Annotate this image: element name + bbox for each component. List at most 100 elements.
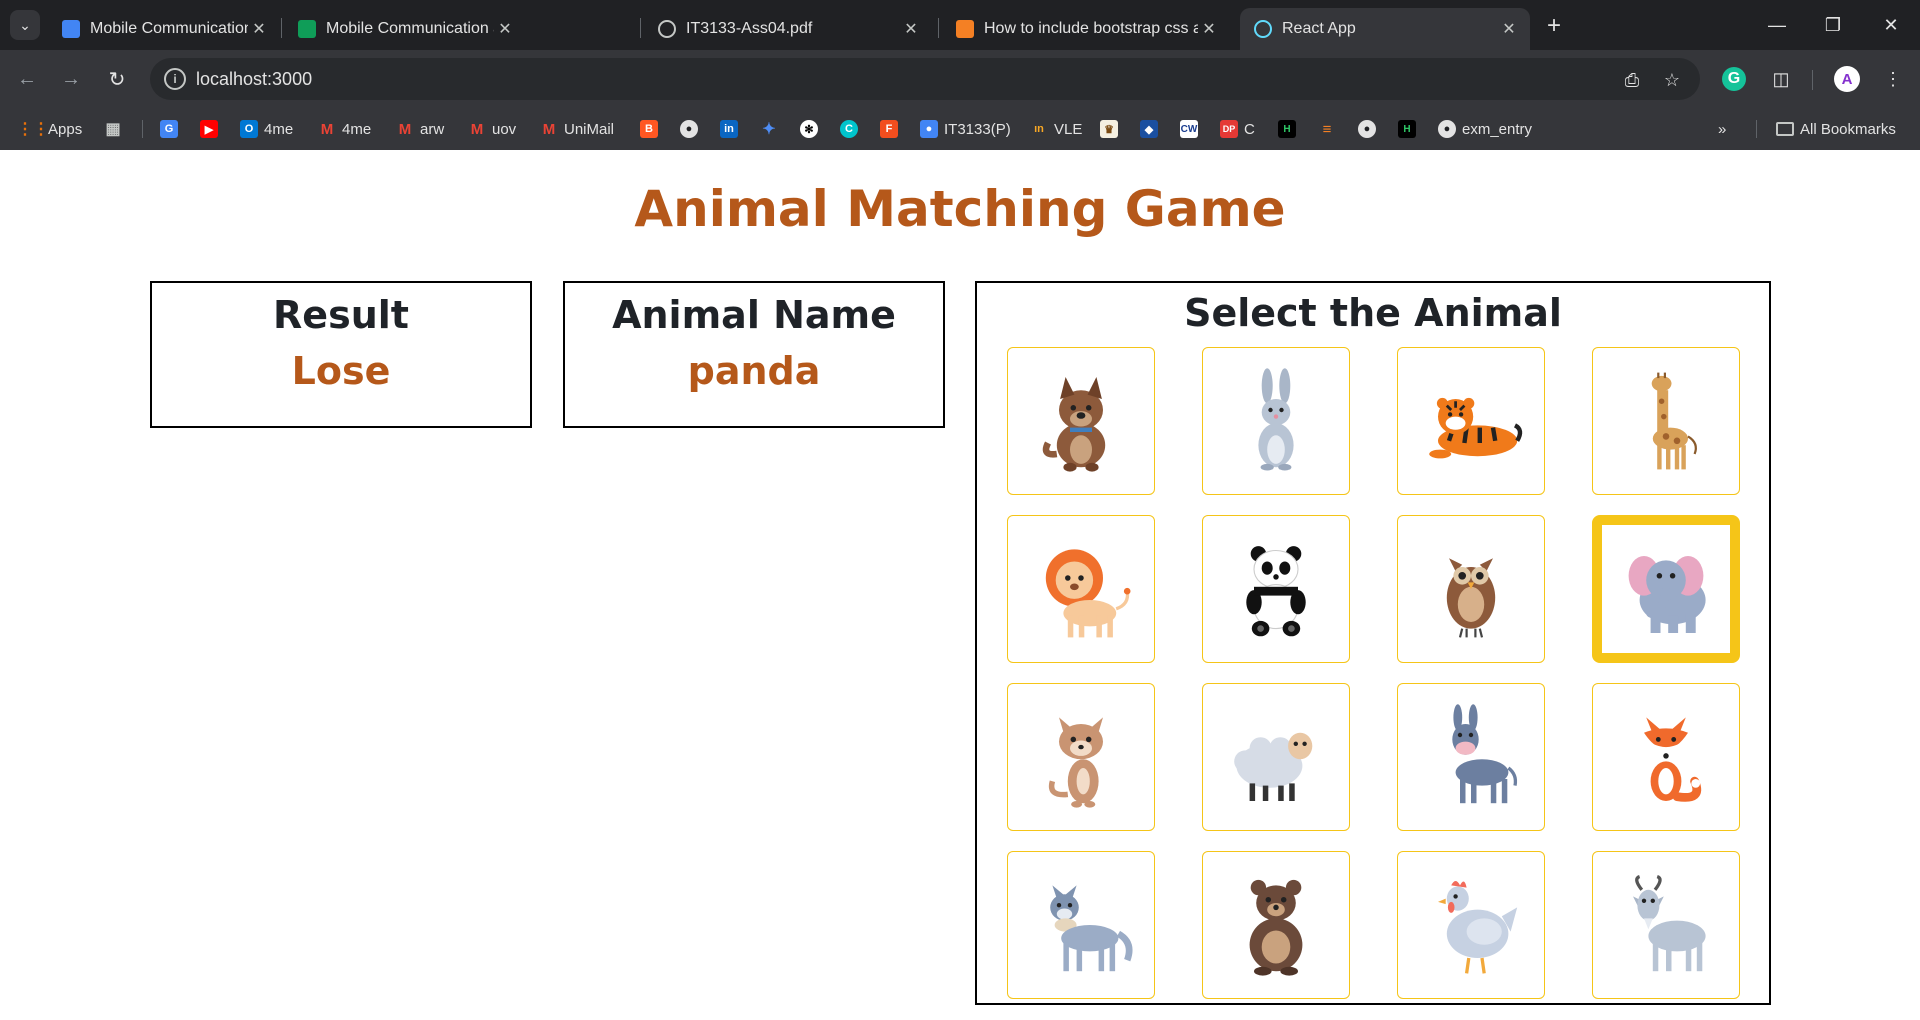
bookmark-vle[interactable]: ın VLE xyxy=(1030,116,1082,142)
reload-button[interactable]: ↻ xyxy=(102,64,132,94)
address-bar[interactable]: i localhost:3000 ⎙ ☆ xyxy=(150,58,1700,100)
toolbar-divider xyxy=(1812,70,1813,90)
result-value: Lose xyxy=(291,349,391,393)
close-icon[interactable]: ✕ xyxy=(1498,18,1520,40)
tab-classroom-1[interactable]: Mobile Communication and Co ✕ xyxy=(48,8,280,50)
animal-card-sheep[interactable] xyxy=(1202,683,1350,831)
reload-icon: ↻ xyxy=(108,68,126,91)
tab-divider xyxy=(938,18,939,38)
bookmark-github-2[interactable]: ● xyxy=(1358,116,1376,142)
bookmark-youtube[interactable]: ▶ xyxy=(200,116,218,142)
bookmark-unimail[interactable]: M UniMail xyxy=(540,116,614,142)
bookmarks-overflow-button[interactable]: » xyxy=(1718,116,1726,142)
google-sheets-icon xyxy=(298,20,316,38)
animal-card-rabbit[interactable] xyxy=(1202,347,1350,495)
animal-card-panda[interactable] xyxy=(1202,515,1350,663)
github-icon: ● xyxy=(1438,120,1456,138)
animal-card-hen[interactable] xyxy=(1397,851,1545,999)
bookmark-hackerrank-2[interactable]: H xyxy=(1398,116,1416,142)
animal-card-dog[interactable] xyxy=(1007,347,1155,495)
menu-kebab-icon[interactable]: ⋮ xyxy=(1878,64,1908,94)
animal-card-donkey[interactable] xyxy=(1397,683,1545,831)
animal-card-giraffe[interactable] xyxy=(1592,347,1740,495)
grammarly-extension-icon[interactable]: G xyxy=(1722,67,1746,91)
select-animal-heading: Select the Animal xyxy=(1184,291,1562,335)
bookmark-gemini[interactable]: ✦ xyxy=(760,116,778,142)
bookmark-apps[interactable]: ⋮⋮ Apps xyxy=(17,116,82,142)
bookmark-blogger[interactable]: B xyxy=(640,116,658,142)
close-icon[interactable]: ✕ xyxy=(494,18,516,40)
animal-card-cat[interactable] xyxy=(1007,683,1155,831)
page-title: Animal Matching Game xyxy=(634,180,1286,238)
owl-icon xyxy=(1446,558,1496,638)
profile-avatar[interactable]: A xyxy=(1834,66,1860,92)
bookmark-github-1[interactable]: ● xyxy=(680,116,698,142)
vle-icon: ın xyxy=(1034,123,1044,135)
bookmark-dp-c[interactable]: DP C xyxy=(1220,116,1255,142)
url-text[interactable]: localhost:3000 xyxy=(196,69,312,90)
close-icon[interactable]: ✕ xyxy=(248,18,270,40)
chevron-down-icon: ⌄ xyxy=(19,16,31,33)
bookmarks-bar: ⋮⋮ Apps ▦ G ▶ O 4me M 4me M arw M uov M … xyxy=(0,108,1920,150)
bookmark-outlook-4me[interactable]: O 4me xyxy=(240,116,293,142)
tab-stackoverflow[interactable]: How to include bootstrap css ar ✕ xyxy=(942,8,1230,50)
close-icon[interactable]: ✕ xyxy=(900,18,922,40)
bookmark-crest-2[interactable]: ◆ xyxy=(1140,116,1158,142)
all-bookmarks-button[interactable]: All Bookmarks xyxy=(1776,116,1896,142)
hen-icon xyxy=(1438,881,1518,974)
globe-icon xyxy=(658,20,676,38)
bookmark-gmail-arw[interactable]: M arw xyxy=(396,116,444,142)
bookmark-figma[interactable]: F xyxy=(880,116,898,142)
animal-card-owl[interactable] xyxy=(1397,515,1545,663)
gmail-icon: M xyxy=(470,120,484,138)
tab-sheets[interactable]: Mobile Communication and Co ✕ xyxy=(284,8,526,50)
minimize-button[interactable]: — xyxy=(1762,10,1792,40)
react-icon xyxy=(1254,20,1272,38)
new-tab-button[interactable]: + xyxy=(1540,12,1568,40)
bookmark-chatgpt[interactable]: ✻ xyxy=(800,116,818,142)
bookmark-translate[interactable]: G xyxy=(160,116,178,142)
gemini-icon: ✦ xyxy=(762,121,776,138)
extensions-puzzle-icon[interactable]: ◫ xyxy=(1766,64,1796,94)
game-page: Animal Matching Game Result Lose Animal … xyxy=(0,150,1920,1020)
forward-button[interactable]: → xyxy=(56,64,86,94)
bookmark-star-icon[interactable]: ☆ xyxy=(1660,68,1684,92)
gmail-icon: M xyxy=(542,120,556,138)
animal-card-elephant[interactable] xyxy=(1592,515,1740,663)
animal-card-wolf[interactable] xyxy=(1007,851,1155,999)
bookmark-canva[interactable]: C xyxy=(840,116,858,142)
rabbit-icon xyxy=(1258,368,1294,471)
result-panel: Result Lose xyxy=(150,281,532,428)
bookmark-gmail-uov[interactable]: M uov xyxy=(468,116,516,142)
bookmark-gmail-4me[interactable]: M 4me xyxy=(318,116,371,142)
giraffe-icon xyxy=(1651,372,1697,470)
animal-card-goat[interactable] xyxy=(1592,851,1740,999)
google-translate-icon: G xyxy=(160,120,178,138)
panda-icon xyxy=(1246,546,1306,637)
bookmark-exm-entry[interactable]: ● exm_entry xyxy=(1438,116,1532,142)
restore-button[interactable]: ❐ xyxy=(1818,10,1848,40)
back-button[interactable]: ← xyxy=(12,64,42,94)
close-window-button[interactable]: ✕ xyxy=(1876,10,1906,40)
install-app-icon[interactable]: ⎙ xyxy=(1620,68,1644,92)
site-info-icon[interactable]: i xyxy=(164,68,186,90)
animal-card-lion[interactable] xyxy=(1007,515,1155,663)
close-icon[interactable]: ✕ xyxy=(1198,18,1220,40)
bookmark-stackoverflow[interactable]: ≡ xyxy=(1318,116,1336,142)
tab-search-button[interactable]: ⌄ xyxy=(10,10,40,40)
animal-card-fox[interactable] xyxy=(1592,683,1740,831)
bookmark-crest-1[interactable]: ♛ xyxy=(1100,116,1118,142)
animal-card-bear[interactable] xyxy=(1202,851,1350,999)
bookmark-tab-groups[interactable]: ▦ xyxy=(104,116,122,142)
tab-pdf[interactable]: IT3133-Ass04.pdf ✕ xyxy=(644,8,932,50)
bookmark-hackerrank-1[interactable]: H xyxy=(1278,116,1296,142)
bookmark-linkedin[interactable]: in xyxy=(720,116,738,142)
result-heading: Result xyxy=(273,293,409,337)
animal-card-tiger[interactable] xyxy=(1397,347,1545,495)
google-classroom-icon xyxy=(62,20,80,38)
github-icon: ● xyxy=(1358,120,1376,138)
tab-react-app[interactable]: React App ✕ xyxy=(1240,8,1530,50)
bookmark-cw[interactable]: CW xyxy=(1180,116,1198,142)
bookmark-it3133p[interactable]: ● IT3133(P) xyxy=(920,116,1011,142)
bookmark-divider xyxy=(142,120,143,138)
